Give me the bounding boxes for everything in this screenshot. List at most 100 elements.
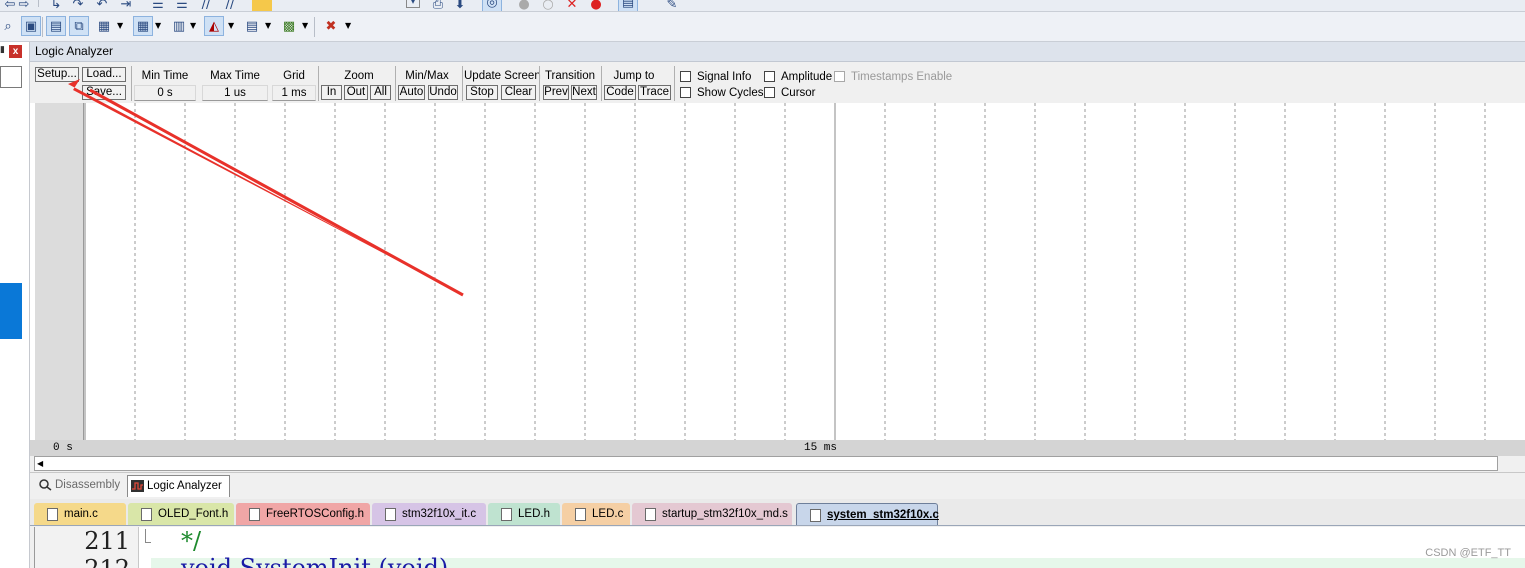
signal-info-label: Signal Info [697,71,752,83]
cursor-checkbox[interactable] [764,87,775,98]
watch-window-icon[interactable]: ▦ [94,16,114,36]
run-to-cursor-icon[interactable]: ⇥ [116,0,136,11]
zoom-all-button[interactable]: All [370,85,391,100]
find-in-files-icon[interactable]: ⬇ [450,0,470,11]
grid-value: 1 ms [272,85,316,101]
breakpoint-all-icon[interactable]: ● [586,0,606,11]
file-tab-freertosconfig-h[interactable]: FreeRTOSConfig.h [236,503,370,525]
file-tab-oled-font-h[interactable]: OLED_Font.h [128,503,234,525]
update-screen-label: Update Screen [464,70,541,82]
chevron-down-icon[interactable]: ▼ [117,21,123,30]
breakpoint-disable-icon[interactable]: ○ [538,0,558,11]
uncomment-icon[interactable]: // [220,0,240,11]
outdent-icon[interactable]: ☰ [172,0,192,11]
symbols-window-icon[interactable]: ▣ [21,16,41,36]
navigate-forward-icon[interactable]: ⇨ [14,0,34,11]
breakpoint-kill-icon[interactable]: ✕ [562,0,582,11]
file-tab-led-h[interactable]: LED.h [488,503,560,525]
breakpoint-icon[interactable]: ● [514,0,534,11]
minmax-label: Min/Max [405,70,449,82]
file-icon [47,508,58,521]
zoom-out-button[interactable]: Out [344,85,368,100]
jump-code-button[interactable]: Code [604,85,636,100]
prev-button[interactable]: Prev [543,85,569,100]
trace-icon[interactable]: ▤ [242,16,262,36]
file-tab-stm32f10x-it-c[interactable]: stm32f10x_it.c [372,503,486,525]
chevron-down-icon[interactable]: ▼ [265,21,271,30]
fold-marker[interactable] [145,529,151,543]
line-number: 211 [84,527,130,555]
amplitude-checkbox[interactable] [764,71,775,82]
logic-analyzer-title: Logic Analyzer [30,42,1525,62]
logic-analyzer-icon[interactable]: ◭ [204,16,224,36]
max-time-label: Max Time [210,70,260,82]
comment-icon[interactable]: // [196,0,216,11]
memory-window-icon[interactable]: ▦ [133,16,153,36]
show-cycles-checkbox[interactable] [680,87,691,98]
system-viewer-icon[interactable]: ▩ [279,16,299,36]
chevron-down-icon[interactable]: ▼ [228,21,234,30]
file-tab-label: system_stm32f10x.c [827,509,939,521]
call-stack-icon[interactable]: ⧉ [69,16,89,36]
clear-button[interactable]: Clear [501,85,536,100]
min-time-value: 0 s [134,85,196,101]
line-number-gutter: 211 212 [35,527,139,568]
time-axis: 0 s 15 ms [30,440,1525,456]
find-icon[interactable]: ⎙ [428,0,448,11]
file-tab-label: OLED_Font.h [158,508,229,520]
file-tab-led-c[interactable]: LED.c [562,503,630,525]
zoom-in-button[interactable]: In [321,85,342,100]
step-over-icon[interactable]: ↷ [68,0,88,11]
minmax-auto-button[interactable]: Auto [398,85,425,100]
tools-icon[interactable]: ✎ [662,0,682,11]
timestamps-enable-checkbox[interactable] [834,71,845,82]
stop-button[interactable]: Stop [466,85,498,100]
disassembly-window-icon[interactable]: ⌕ [0,16,18,36]
code-line: */ [181,527,202,555]
chevron-down-icon[interactable]: ▼ [155,21,161,30]
window-layout-icon[interactable]: ▤ [618,0,638,11]
load-button[interactable]: Load... [82,67,126,82]
file-tab-label: FreeRTOSConfig.h [266,508,365,520]
toolbox-icon[interactable]: ✖ [321,16,341,36]
step-icon[interactable]: ↳ [46,0,66,11]
panel-selector[interactable] [0,66,22,88]
time-axis-start: 0 s [53,442,73,454]
chevron-down-icon[interactable]: ▼ [190,21,196,30]
serial-window-icon[interactable]: ▥ [169,16,189,36]
bookmark-icon[interactable] [252,0,272,11]
tab-logic-analyzer[interactable]: Logic Analyzer [127,475,230,497]
indent-icon[interactable]: ☰ [148,0,168,11]
file-tab-label: LED.h [518,508,550,520]
time-axis-mid: 15 ms [804,442,838,454]
minmax-undo-button[interactable]: Undo [428,85,458,100]
file-tab-startup-s[interactable]: startup_stm32f10x_md.s [632,503,792,525]
time-grid [84,103,1486,440]
signal-info-checkbox[interactable] [680,71,691,82]
file-tab-system-stm32f10x-c[interactable]: system_stm32f10x.c [796,503,939,525]
waveform-area[interactable] [30,103,1525,440]
save-button[interactable]: Save... [82,85,126,100]
panel-highlight [0,283,22,339]
file-icon [501,508,512,521]
jump-trace-button[interactable]: Trace [638,85,671,100]
close-icon[interactable]: x [9,45,22,58]
step-out-icon[interactable]: ↶ [92,0,112,11]
search-icon[interactable]: ◎ [482,0,502,11]
tab-logic-analyzer-label: Logic Analyzer [147,480,222,492]
registers-window-icon[interactable]: ▤ [46,16,66,36]
watermark: CSDN @ETF_TT [1425,547,1511,559]
file-tab-main-c[interactable]: main.c [34,503,126,525]
project-panel: ▮ x [0,42,30,568]
setup-button[interactable]: Setup... [35,67,79,82]
pin-icon[interactable]: ▮ [0,45,5,55]
dropdown-icon[interactable]: ▾ [406,0,420,8]
next-button[interactable]: Next [571,85,597,100]
file-icon [385,508,396,521]
horizontal-scrollbar[interactable]: ◀ [34,456,1498,471]
scroll-left-icon[interactable]: ◀ [37,457,43,470]
tab-disassembly[interactable]: Disassembly [36,475,126,497]
code-editor[interactable]: 211 212 */ void SystemInit (void) [34,527,1525,568]
chevron-down-icon[interactable]: ▼ [302,21,308,30]
chevron-down-icon[interactable]: ▼ [345,21,351,30]
